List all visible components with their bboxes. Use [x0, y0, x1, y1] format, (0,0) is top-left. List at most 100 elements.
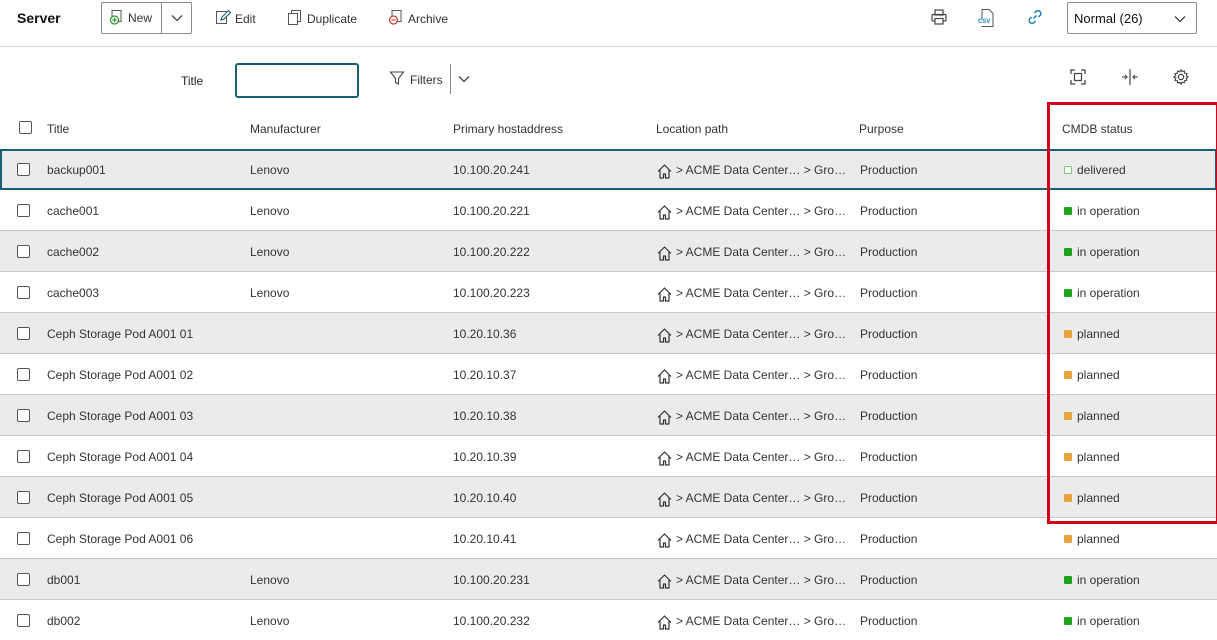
link-icon: [1026, 8, 1044, 29]
table-row[interactable]: cache002 Lenovo 10.100.20.222 > ACME Data C…: [0, 231, 1217, 272]
home-icon[interactable]: [656, 532, 673, 549]
cell-title[interactable]: cache003: [47, 272, 242, 313]
column-header-cmdb-status[interactable]: CMDB status: [1062, 108, 1212, 149]
row-checkbox[interactable]: [17, 163, 30, 176]
fullscreen-button[interactable]: [1068, 68, 1088, 88]
new-dropdown-toggle[interactable]: [162, 3, 191, 33]
home-icon[interactable]: [656, 245, 673, 262]
location-path-text: > ACME Data Center… > Gro…: [676, 490, 847, 505]
cell-title[interactable]: db002: [47, 600, 242, 640]
table-row[interactable]: Ceph Storage Pod A001 06 10.20.10.41 > ACM…: [0, 518, 1217, 559]
cell-hostaddress: 10.100.20.222: [453, 244, 530, 259]
row-checkbox[interactable]: [17, 491, 30, 504]
filters-dropdown-toggle[interactable]: [458, 72, 470, 86]
archive-button[interactable]: Archive: [388, 9, 448, 28]
table-row[interactable]: Ceph Storage Pod A001 05 10.20.10.40 > ACM…: [0, 477, 1217, 518]
table-row[interactable]: Ceph Storage Pod A001 02 10.20.10.37 > ACM…: [0, 354, 1217, 395]
cell-manufacturer: [250, 354, 445, 395]
cell-manufacturer: [250, 518, 445, 559]
row-checkbox[interactable]: [17, 450, 30, 463]
cell-title[interactable]: Ceph Storage Pod A001 06: [47, 518, 242, 559]
settings-button[interactable]: [1171, 68, 1191, 88]
title-filter-label: Title: [181, 74, 204, 88]
row-checkbox[interactable]: [17, 368, 30, 381]
chevron-down-icon: [1174, 11, 1186, 26]
filters-button[interactable]: Filters: [389, 70, 443, 89]
column-header-hostaddress[interactable]: Primary hostaddress: [453, 108, 648, 149]
duplicate-button[interactable]: Duplicate: [287, 9, 357, 28]
link-button[interactable]: [1025, 8, 1045, 28]
cell-title[interactable]: Ceph Storage Pod A001 02: [47, 354, 242, 395]
edit-button[interactable]: Edit: [215, 9, 256, 28]
table-row[interactable]: Ceph Storage Pod A001 01 10.20.10.36 > ACM…: [0, 313, 1217, 354]
table-row[interactable]: db001 Lenovo 10.100.20.231 > ACME Data Cent…: [0, 559, 1217, 600]
status-indicator: [1064, 329, 1072, 338]
home-icon[interactable]: [656, 491, 673, 508]
cell-purpose: Production: [860, 162, 918, 177]
column-header-purpose[interactable]: Purpose: [859, 108, 1039, 149]
cell-title[interactable]: backup001: [47, 149, 242, 190]
cell-cmdb-status: in operation: [1064, 600, 1214, 640]
row-checkbox[interactable]: [17, 327, 30, 340]
print-button[interactable]: [929, 8, 949, 28]
cell-purpose: Production: [860, 613, 918, 628]
table-body: backup001 Lenovo 10.100.20.241 > ACME Data …: [0, 149, 1217, 640]
home-icon[interactable]: [656, 573, 673, 590]
home-icon[interactable]: [656, 368, 673, 385]
home-icon[interactable]: [656, 204, 673, 221]
cell-title[interactable]: Ceph Storage Pod A001 01: [47, 313, 242, 354]
location-path-text: > ACME Data Center… > Gro…: [676, 572, 847, 587]
row-checkbox[interactable]: [17, 204, 30, 217]
cell-hostaddress: 10.100.20.223: [453, 285, 530, 300]
cell-title[interactable]: cache001: [47, 190, 242, 231]
status-indicator: [1064, 575, 1072, 584]
column-header-location[interactable]: Location path: [656, 108, 852, 149]
column-header-title[interactable]: Title: [47, 108, 242, 149]
cell-title[interactable]: Ceph Storage Pod A001 04: [47, 436, 242, 477]
home-icon[interactable]: [656, 327, 673, 344]
cell-title[interactable]: Ceph Storage Pod A001 05: [47, 477, 242, 518]
new-button[interactable]: New: [102, 3, 162, 33]
select-all-checkbox[interactable]: [19, 121, 32, 134]
home-icon[interactable]: [656, 450, 673, 467]
home-icon[interactable]: [656, 409, 673, 426]
home-icon[interactable]: [656, 286, 673, 303]
table-row[interactable]: db002 Lenovo 10.100.20.232 > ACME Data Cent…: [0, 600, 1217, 640]
row-checkbox[interactable]: [17, 532, 30, 545]
table-row[interactable]: cache003 Lenovo 10.100.20.223 > ACME Data C…: [0, 272, 1217, 313]
row-checkbox[interactable]: [17, 614, 30, 627]
row-checkbox[interactable]: [17, 286, 30, 299]
archive-button-label: Archive: [408, 11, 449, 26]
status-label: in operation: [1077, 613, 1140, 628]
home-icon[interactable]: [656, 614, 673, 631]
cell-purpose: Production: [860, 367, 918, 382]
cell-title[interactable]: db001: [47, 559, 242, 600]
row-checkbox[interactable]: [17, 245, 30, 258]
status-indicator: [1064, 616, 1072, 625]
home-icon[interactable]: [656, 163, 673, 180]
cell-manufacturer: [250, 313, 445, 354]
column-resize-button[interactable]: [1120, 68, 1140, 88]
cell-cmdb-status: planned: [1064, 313, 1214, 354]
cell-purpose: Production: [860, 531, 918, 546]
cell-manufacturer: [250, 436, 445, 477]
location-path-text: > ACME Data Center… > Gro…: [676, 531, 847, 546]
view-select-value: Normal (26): [1074, 10, 1143, 26]
csv-export-button[interactable]: CSV: [977, 8, 997, 28]
row-checkbox[interactable]: [17, 409, 30, 422]
status-indicator: [1064, 247, 1072, 256]
filters-button-label: Filters: [410, 72, 443, 87]
column-header-manufacturer[interactable]: Manufacturer: [250, 108, 445, 149]
table-row[interactable]: Ceph Storage Pod A001 04 10.20.10.39 > ACM…: [0, 436, 1217, 477]
cell-title[interactable]: cache002: [47, 231, 242, 272]
cell-location: > ACME Data Center… > Gro…: [656, 272, 852, 313]
row-checkbox[interactable]: [17, 573, 30, 586]
title-filter-input[interactable]: [235, 63, 359, 98]
table-row[interactable]: Ceph Storage Pod A001 03 10.20.10.38 > ACM…: [0, 395, 1217, 436]
table-row[interactable]: cache001 Lenovo 10.100.20.221 > ACME Data C…: [0, 190, 1217, 231]
cell-cmdb-status: planned: [1064, 518, 1214, 559]
table-row[interactable]: backup001 Lenovo 10.100.20.241 > ACME Data …: [0, 149, 1217, 190]
cell-title[interactable]: Ceph Storage Pod A001 03: [47, 395, 242, 436]
view-select[interactable]: Normal (26): [1067, 2, 1197, 34]
cell-cmdb-status: in operation: [1064, 190, 1214, 231]
